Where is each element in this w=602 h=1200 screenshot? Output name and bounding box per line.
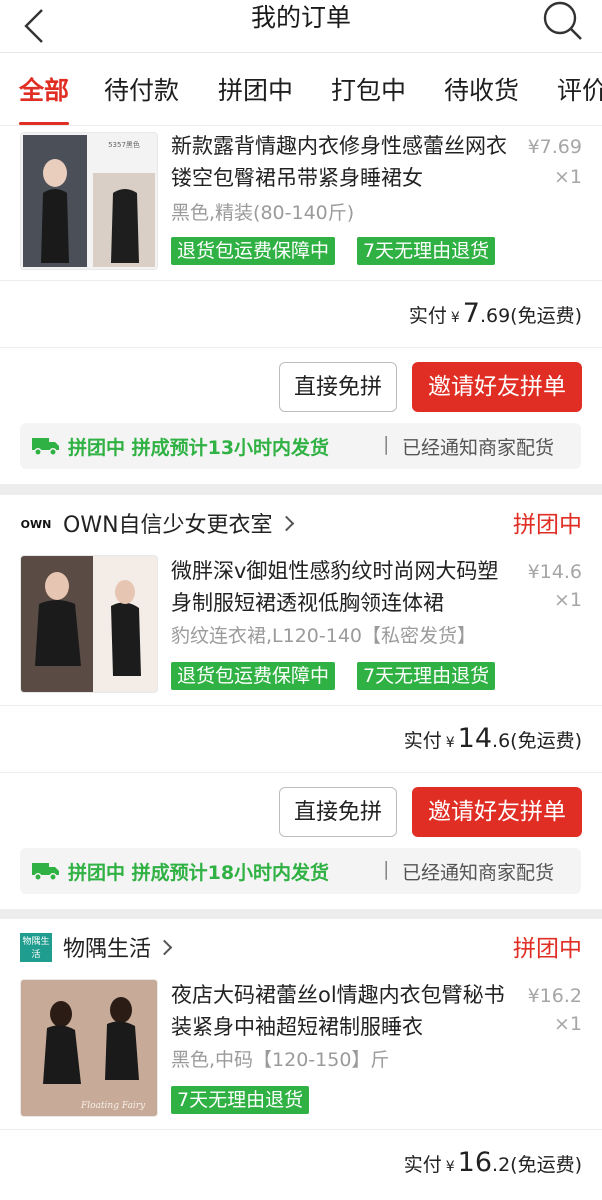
image-label: Floating Fairy [80,1101,146,1111]
paid-amount: 实付 ¥7.69(免运费) [408,298,582,329]
chevron-right-icon [278,515,294,532]
order-card: 物隅生活 物隅生活 拼团中 Floating Fairy 夜店大码裙蕾丝ol情趣… [0,919,602,1200]
invite-friend-button[interactable]: 邀请好友拼单 [412,362,582,412]
paid-amount: 实付 ¥16.2(免运费) [403,1147,582,1178]
direct-skip-group-button[interactable]: 直接免拼 [279,787,397,837]
search-button[interactable] [540,0,584,44]
order-status-tabs: 全部 待付款 拼团中 打包中 待收货 评价 [0,53,602,125]
tab-to-receive[interactable]: 待收货 [444,71,519,107]
divider [0,705,602,706]
divider [0,280,602,281]
chevron-right-icon [156,939,173,956]
paid-amount: 实付 ¥14.6(免运费) [403,723,582,754]
tab-all[interactable]: 全部 [19,71,69,107]
shop-name[interactable]: OWN自信少女更衣室 [63,507,294,539]
image-label: 5357黑色 [108,140,140,149]
return-shipping-tag: 退货包运费保障中 [171,237,336,265]
seven-day-return-tag: 7天无理由退货 [357,662,496,690]
separator: | [383,858,390,880]
product-price: ¥7.69 [527,136,582,158]
order-status: 拼团中 [513,936,582,962]
product-image[interactable] [20,555,158,693]
separator: | [383,433,390,455]
order-card: 5357黑色 新款露背情趣内衣修身性感蕾丝网衣镂空包臀裙吊带紧身睡裙女 黑色,精… [0,126,602,484]
shop-logo: OWN [20,509,52,541]
invite-friend-button[interactable]: 邀请好友拼单 [412,787,582,837]
product-spec: 黑色,精装(80-140斤) [171,202,355,224]
truck-icon [32,863,59,881]
product-image[interactable]: Floating Fairy [20,979,158,1117]
product-qty: ×1 [553,1013,582,1035]
return-shipping-tag: 退货包运费保障中 [171,662,336,690]
top-bar: 我的订单 [0,0,602,53]
seven-day-return-tag: 7天无理由退货 [171,1086,310,1114]
tab-pending-payment[interactable]: 待付款 [104,71,179,107]
order-status: 拼团中 [513,512,582,538]
divider [0,772,602,773]
product-price: ¥14.6 [527,561,582,583]
shop-name[interactable]: 物隅生活 [63,931,173,963]
page-title: 我的订单 [250,3,351,32]
shop-header[interactable]: 物隅生活 物隅生活 拼团中 [0,919,602,979]
order-card: OWN OWN自信少女更衣室 拼团中 微胖深v御姐性感豹纹时尚网大码塑身制服短裙… [0,495,602,909]
shipping-notice[interactable]: 拼团中 拼成预计13小时内发货 | 已经通知商家配货 [20,423,581,469]
product-title[interactable]: 微胖深v御姐性感豹纹时尚网大码塑身制服短裙透视低胸领连体裙 [171,555,516,619]
group-status-text: 拼团中 拼成预计18小时内发货 [68,862,330,884]
shipping-notice[interactable]: 拼团中 拼成预计18小时内发货 | 已经通知商家配货 [20,848,581,894]
product-qty: ×1 [553,589,582,611]
product-image[interactable]: 5357黑色 [20,132,158,270]
divider [0,347,602,348]
product-title[interactable]: 新款露背情趣内衣修身性感蕾丝网衣镂空包臀裙吊带紧身睡裙女 [171,130,516,194]
truck-icon [32,438,59,456]
group-status-text: 拼团中 拼成预计13小时内发货 [68,437,330,459]
merchant-status-text: 已经通知商家配货 [402,862,555,884]
product-qty: ×1 [553,166,582,188]
product-title[interactable]: 夜店大码裙蕾丝ol情趣内衣包臂秘书装紧身中袖超短裙制服睡衣 [171,979,516,1043]
product-spec: 豹纹连衣裙,L120-140【私密发货】 [171,625,477,647]
tab-packing[interactable]: 打包中 [331,71,406,107]
tab-group-buying[interactable]: 拼团中 [218,71,293,107]
product-spec: 黑色,中码【120-150】斤 [171,1049,390,1071]
shop-logo: 物隅生活 [20,933,52,962]
divider [0,1129,602,1130]
shop-header[interactable]: OWN OWN自信少女更衣室 拼团中 [0,495,602,555]
product-price: ¥16.2 [527,985,582,1007]
seven-day-return-tag: 7天无理由退货 [357,237,496,265]
search-icon [543,1,582,40]
merchant-status-text: 已经通知商家配货 [402,437,555,459]
tab-review[interactable]: 评价 [557,71,602,107]
active-tab-indicator [19,122,69,125]
direct-skip-group-button[interactable]: 直接免拼 [279,362,397,412]
